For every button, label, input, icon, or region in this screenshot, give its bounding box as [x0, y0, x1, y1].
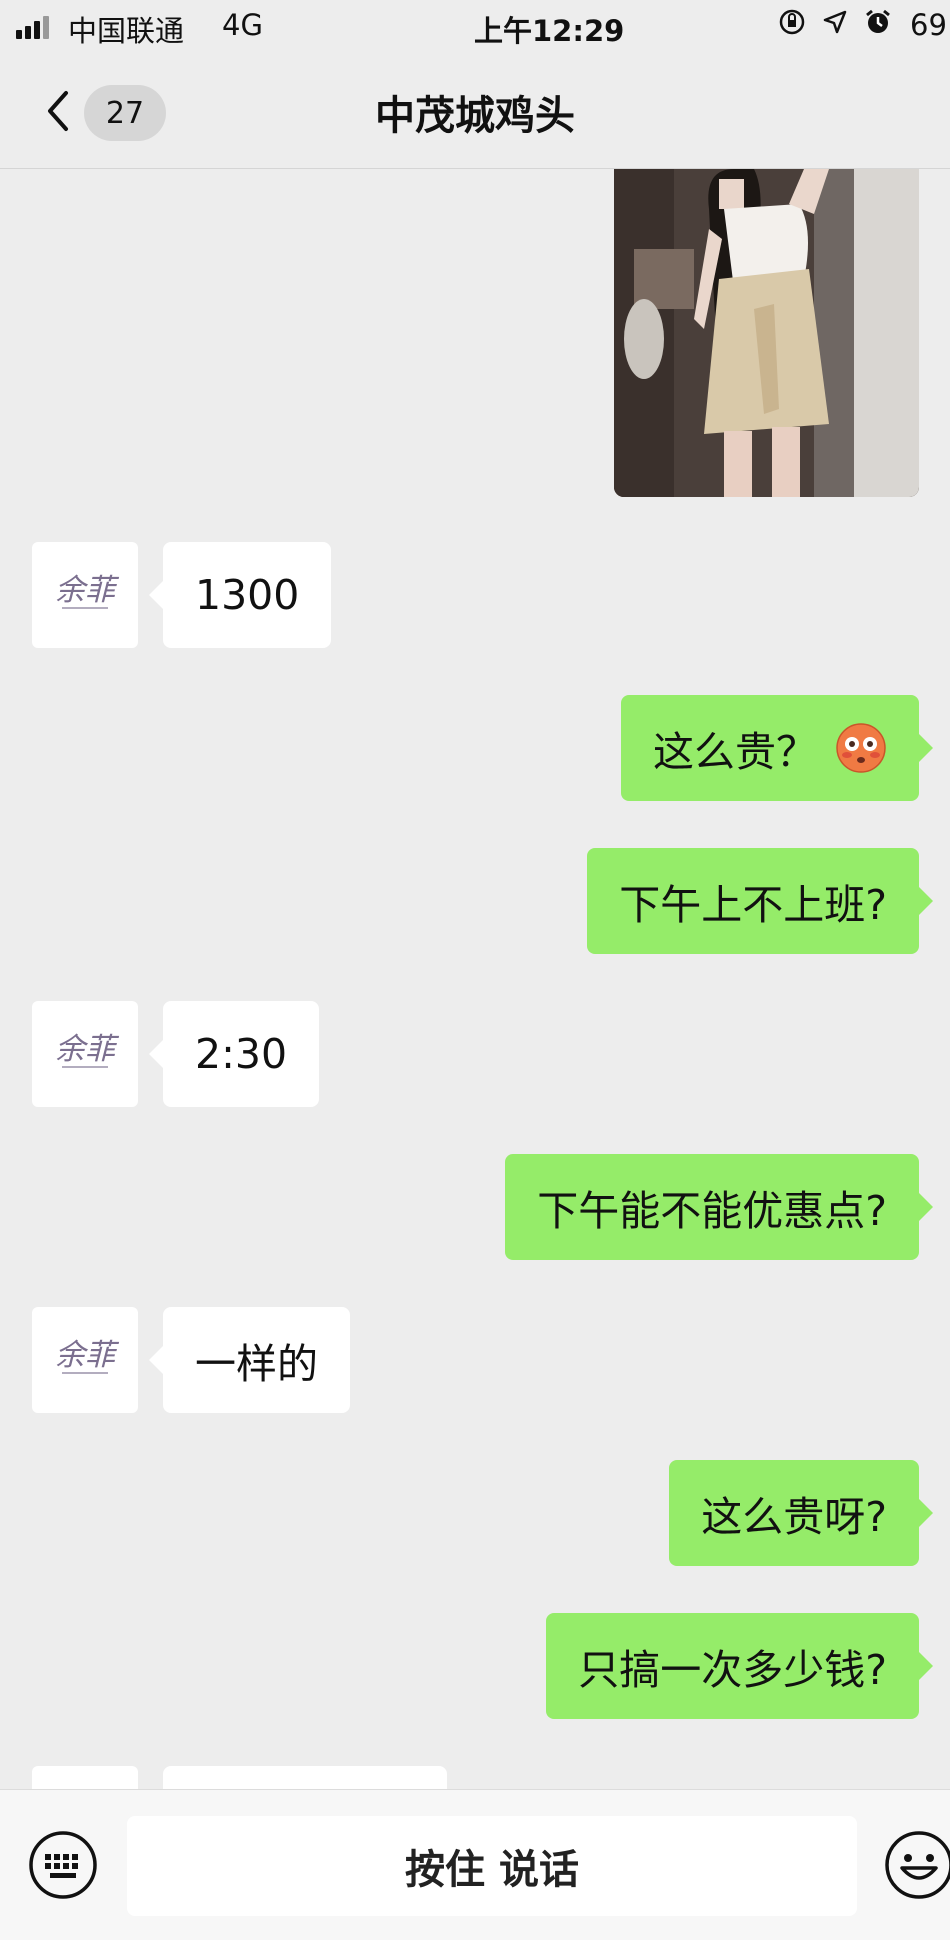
orientation-lock-icon — [779, 9, 805, 35]
avatar-logo: 余菲 — [55, 1338, 120, 1373]
contact-avatar[interactable]: 余菲 — [32, 1307, 138, 1413]
avatar-logo: 余菲 — [55, 573, 120, 608]
message-bubble-incoming[interactable]: 一样的 — [149, 1307, 350, 1413]
status-bar: 中国联通 4G 上午12:29 69 — [0, 0, 950, 55]
clock: 上午12:29 — [474, 14, 625, 48]
message-bubble-incoming[interactable]: 1300 — [148, 542, 332, 648]
emoji-icon[interactable] — [884, 1830, 950, 1900]
message-bubble-incoming[interactable] — [163, 1766, 447, 1789]
message-list[interactable]: 余菲 1300 这么贵？ 下午上不上班? 余菲 2:30 下午能不能优惠点? 余… — [0, 169, 950, 1789]
message-bubble-outgoing[interactable]: 下午能不能优惠点? — [505, 1154, 933, 1260]
location-icon — [823, 10, 847, 34]
alarm-icon — [866, 9, 890, 33]
message-bubble-outgoing[interactable]: 只搞一次多少钱? — [546, 1613, 933, 1719]
carrier-label: 中国联通 — [68, 14, 185, 48]
chat-title: 中茂城鸡头 — [375, 93, 575, 139]
flushed-face-emoji — [836, 723, 886, 773]
avatar-logo: 余菲 — [55, 1032, 120, 1067]
message-bubble-outgoing[interactable]: 这么贵呀? — [669, 1460, 933, 1566]
hold-to-talk-button[interactable]: 按住 说话 — [127, 1816, 857, 1916]
photo-message[interactable] — [614, 169, 919, 497]
contact-avatar[interactable]: 余菲 — [32, 542, 138, 648]
message-bubble-outgoing[interactable]: 下午上不上班? — [587, 848, 933, 954]
battery-level: 69 — [910, 8, 947, 42]
message-bubble-outgoing[interactable]: 这么贵？ — [621, 695, 933, 801]
chat-header: 27 中茂城鸡头 — [0, 55, 950, 169]
message-text: 这么贵？ — [653, 728, 817, 776]
keyboard-icon[interactable] — [28, 1830, 98, 1900]
contact-avatar[interactable]: 余菲 — [32, 1001, 138, 1107]
contact-avatar[interactable] — [32, 1766, 138, 1789]
message-bubble-incoming[interactable]: 2:30 — [148, 1001, 320, 1107]
input-bar: 按住 说话 — [0, 1789, 950, 1940]
network-type: 4G — [222, 8, 263, 42]
signal-icon — [16, 16, 49, 39]
